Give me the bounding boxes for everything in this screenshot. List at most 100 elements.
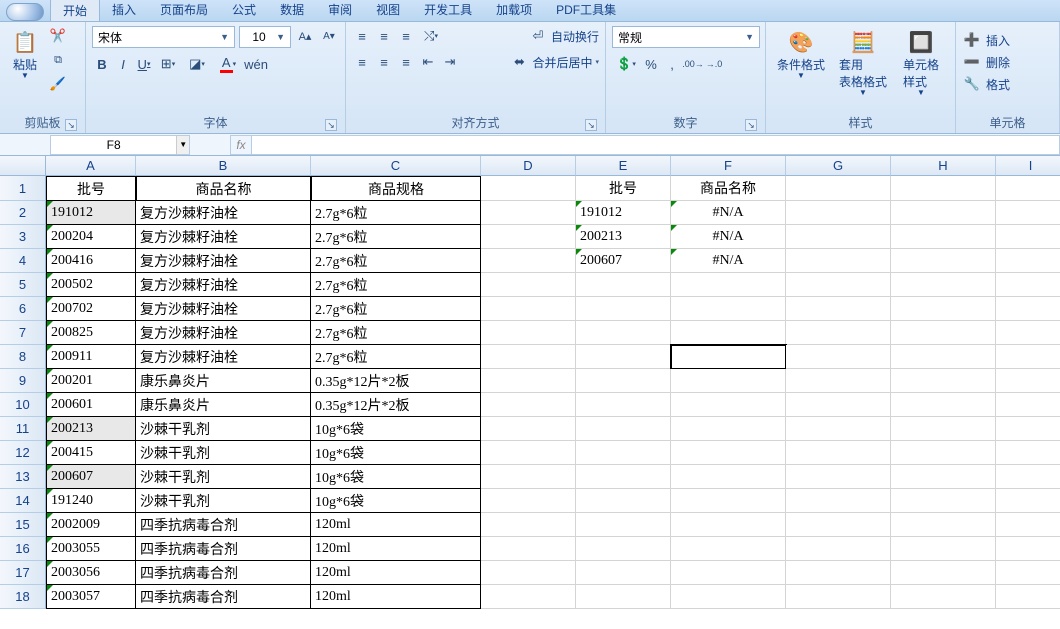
cell[interactable]: 200213	[576, 225, 671, 249]
cell[interactable]: 四季抗病毒合剂	[136, 561, 311, 585]
column-header[interactable]: E	[576, 156, 671, 176]
cell[interactable]: 0.35g*12片*2板	[311, 369, 481, 393]
cell[interactable]	[996, 585, 1060, 609]
cell[interactable]	[786, 297, 891, 321]
cell[interactable]	[671, 417, 786, 441]
column-header[interactable]: D	[481, 156, 576, 176]
cell[interactable]	[891, 417, 996, 441]
cell[interactable]	[481, 369, 576, 393]
cell[interactable]	[891, 297, 996, 321]
cell[interactable]	[996, 321, 1060, 345]
column-header[interactable]: H	[891, 156, 996, 176]
cell[interactable]	[891, 585, 996, 609]
dialog-launcher-icon[interactable]: ↘	[585, 119, 597, 131]
cell[interactable]: 120ml	[311, 585, 481, 609]
column-header[interactable]: A	[46, 156, 136, 176]
cell[interactable]	[481, 273, 576, 297]
cell[interactable]	[996, 225, 1060, 249]
cell[interactable]: 2.7g*6粒	[311, 273, 481, 297]
row-header[interactable]: 13	[0, 465, 46, 489]
cell[interactable]	[481, 393, 576, 417]
font-color-button[interactable]: A▾	[213, 54, 243, 74]
cell[interactable]: 商品规格	[311, 176, 481, 201]
cell[interactable]	[786, 441, 891, 465]
cell[interactable]	[891, 176, 996, 201]
cell[interactable]	[671, 441, 786, 465]
cell[interactable]: 复方沙棘籽油栓	[136, 321, 311, 345]
cell[interactable]	[576, 417, 671, 441]
cell[interactable]	[481, 225, 576, 249]
cell[interactable]	[996, 369, 1060, 393]
row-header[interactable]: 18	[0, 585, 46, 609]
cell[interactable]: 200825	[46, 321, 136, 345]
cell[interactable]: 120ml	[311, 513, 481, 537]
tab-开始[interactable]: 开始	[50, 0, 100, 21]
cell-styles-button[interactable]: 🔲单元格 样式▼	[896, 26, 946, 99]
cell[interactable]: 191240	[46, 489, 136, 513]
cell[interactable]: 191012	[46, 201, 136, 225]
row-header[interactable]: 7	[0, 321, 46, 345]
tab-插入[interactable]: 插入	[100, 0, 148, 21]
cell[interactable]	[481, 345, 576, 369]
insert-function-button[interactable]: fx	[230, 135, 252, 155]
cell[interactable]: 复方沙棘籽油栓	[136, 249, 311, 273]
column-header[interactable]: B	[136, 156, 311, 176]
cell[interactable]: 商品名称	[136, 176, 311, 201]
currency-button[interactable]: 💲▾	[612, 54, 640, 74]
cell[interactable]	[576, 345, 671, 369]
cell[interactable]	[996, 465, 1060, 489]
cell[interactable]: 10g*6袋	[311, 441, 481, 465]
cell[interactable]: 2.7g*6粒	[311, 345, 481, 369]
align-bottom-button[interactable]: ≡	[396, 26, 416, 46]
tab-数据[interactable]: 数据	[268, 0, 316, 21]
align-left-button[interactable]: ≡	[352, 52, 372, 72]
cell[interactable]: 四季抗病毒合剂	[136, 585, 311, 609]
number-format-combo[interactable]: 常规▼	[612, 26, 760, 48]
cell[interactable]	[786, 489, 891, 513]
tab-公式[interactable]: 公式	[220, 0, 268, 21]
cell[interactable]	[996, 417, 1060, 441]
select-all-button[interactable]	[0, 156, 46, 176]
align-middle-button[interactable]: ≡	[374, 26, 394, 46]
cell[interactable]	[576, 273, 671, 297]
increase-decimal-button[interactable]: .00→	[683, 54, 703, 74]
cell[interactable]	[671, 345, 786, 369]
cell[interactable]	[996, 537, 1060, 561]
increase-font-button[interactable]: A▴	[295, 26, 315, 46]
cell[interactable]	[671, 585, 786, 609]
decrease-font-button[interactable]: A▾	[319, 26, 339, 46]
cell[interactable]	[671, 297, 786, 321]
increase-indent-button[interactable]: ⇥	[440, 52, 460, 72]
cell[interactable]	[481, 561, 576, 585]
cell[interactable]	[576, 321, 671, 345]
cell[interactable]	[891, 201, 996, 225]
row-header[interactable]: 12	[0, 441, 46, 465]
cell[interactable]: 191012	[576, 201, 671, 225]
cell[interactable]	[996, 489, 1060, 513]
cell[interactable]: 200204	[46, 225, 136, 249]
cell[interactable]	[891, 561, 996, 585]
cell[interactable]: 200607	[576, 249, 671, 273]
row-header[interactable]: 10	[0, 393, 46, 417]
merge-center-button[interactable]: ⬌合并后居中▾	[509, 52, 599, 72]
decrease-indent-button[interactable]: ⇤	[418, 52, 438, 72]
percent-button[interactable]: %	[641, 54, 661, 74]
column-header[interactable]: G	[786, 156, 891, 176]
cell[interactable]	[786, 561, 891, 585]
cell[interactable]: 2003055	[46, 537, 136, 561]
name-box-input[interactable]	[51, 136, 176, 154]
cell[interactable]	[786, 537, 891, 561]
row-header[interactable]: 4	[0, 249, 46, 273]
cell[interactable]: 200201	[46, 369, 136, 393]
cell[interactable]: 批号	[46, 176, 136, 201]
row-header[interactable]: 1	[0, 176, 46, 201]
cell[interactable]	[786, 465, 891, 489]
cell[interactable]	[891, 489, 996, 513]
cell[interactable]: 2.7g*6粒	[311, 201, 481, 225]
cell[interactable]: 康乐鼻炎片	[136, 393, 311, 417]
align-right-button[interactable]: ≡	[396, 52, 416, 72]
fill-color-button[interactable]: ◪▾	[182, 54, 212, 74]
cell[interactable]: 四季抗病毒合剂	[136, 537, 311, 561]
cell[interactable]	[891, 537, 996, 561]
cell[interactable]: 四季抗病毒合剂	[136, 513, 311, 537]
